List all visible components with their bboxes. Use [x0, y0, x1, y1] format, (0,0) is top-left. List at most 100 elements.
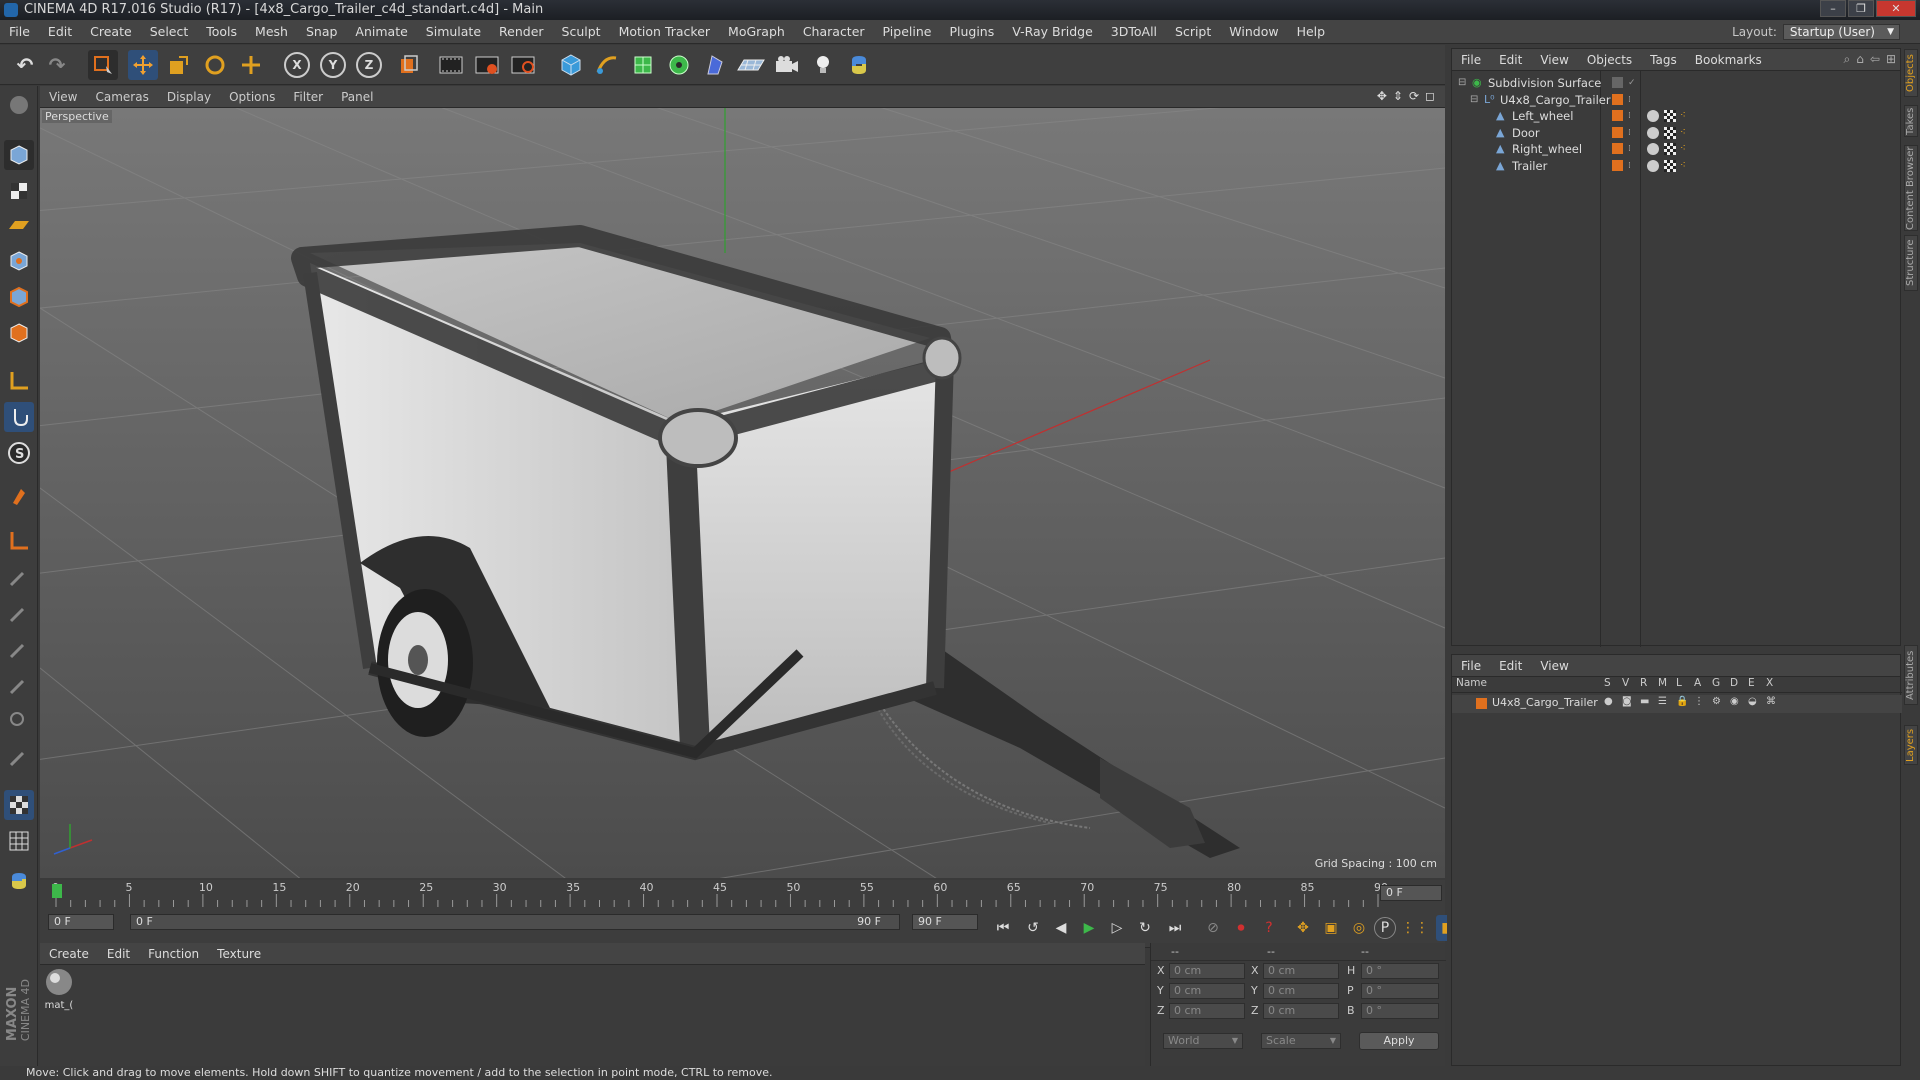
menu-simulate[interactable]: Simulate	[417, 24, 490, 39]
render-icon[interactable]: ▬	[1640, 696, 1649, 707]
render-view-icon[interactable]	[436, 50, 466, 80]
menu-character[interactable]: Character	[794, 24, 874, 39]
layer-col-g[interactable]: G	[1712, 677, 1720, 689]
y-axis-icon[interactable]: Y	[320, 52, 346, 78]
layer-menu-edit[interactable]: Edit	[1490, 659, 1531, 673]
workplane-icon[interactable]	[4, 210, 34, 240]
menu-snap[interactable]: Snap	[297, 24, 346, 39]
layer-color-swatch[interactable]	[1476, 698, 1487, 709]
home-icon[interactable]: ⌂	[1856, 52, 1864, 67]
parameter-key-icon[interactable]: P	[1374, 917, 1396, 939]
frame-range-slider[interactable]: 0 F 90 F	[130, 914, 900, 930]
checker-grid-icon[interactable]	[4, 790, 34, 820]
size-field[interactable]: 0 cm	[1263, 963, 1339, 979]
viewport-menu-panel[interactable]: Panel	[332, 90, 382, 104]
minimize-button[interactable]: –	[1820, 0, 1846, 17]
rotation-field[interactable]: 0 °	[1361, 963, 1439, 979]
object-row[interactable]: ▲ Trailer ⁞ ⁖	[1452, 156, 1902, 176]
floor-icon[interactable]	[736, 50, 766, 80]
render-picture-viewer-icon[interactable]	[472, 50, 502, 80]
solo-dot-icon[interactable]: ●	[1604, 696, 1613, 707]
menu-script[interactable]: Script	[1166, 24, 1220, 39]
menu-select[interactable]: Select	[141, 24, 198, 39]
python-script-icon[interactable]	[4, 866, 34, 896]
pen-icon[interactable]	[592, 50, 622, 80]
rotation-key-icon[interactable]: ◎	[1346, 915, 1372, 941]
scale-icon[interactable]	[164, 50, 194, 80]
expression-icon[interactable]: ◒	[1748, 696, 1757, 707]
model-mode-icon[interactable]	[4, 140, 34, 170]
layer-col-l[interactable]: L	[1676, 677, 1682, 689]
side-tab-takes[interactable]: Takes	[1904, 105, 1918, 137]
brush-icon[interactable]	[4, 562, 34, 592]
layer-col-v[interactable]: V	[1622, 677, 1629, 689]
axis-mode-icon[interactable]	[4, 366, 34, 396]
view-eye-icon[interactable]: ◙	[1622, 696, 1632, 707]
coordinate-space-dropdown[interactable]: World ▼	[1163, 1033, 1243, 1049]
viewport-menu-display[interactable]: Display	[158, 90, 220, 104]
menu-file[interactable]: File	[0, 24, 39, 39]
material-menu-edit[interactable]: Edit	[98, 947, 139, 961]
edges-mode-icon[interactable]	[4, 282, 34, 312]
rotate-view-icon[interactable]: ⟳	[1409, 89, 1419, 103]
menu-create[interactable]: Create	[81, 24, 141, 39]
viewport-menu-options[interactable]: Options	[220, 90, 284, 104]
layer-name[interactable]: U4x8_Cargo_Trailer	[1492, 696, 1598, 709]
layer-swatch[interactable]	[1612, 143, 1623, 154]
layer-swatch[interactable]	[1612, 77, 1623, 88]
camera-icon[interactable]	[772, 50, 802, 80]
points-mode-icon[interactable]	[4, 246, 34, 276]
go-to-start-icon[interactable]: ⏮	[990, 915, 1016, 941]
side-tab-content-browser[interactable]: Content Browser	[1904, 145, 1918, 231]
texture-tag-icon[interactable]	[1664, 143, 1676, 155]
cube-icon[interactable]	[556, 50, 586, 80]
point-level-key-icon[interactable]: ⋮⋮	[1401, 915, 1429, 941]
xref-icon[interactable]: ⌘	[1766, 696, 1776, 707]
layer-col-x[interactable]: X	[1766, 677, 1773, 689]
timeline-end-field[interactable]: 0 F	[1380, 885, 1442, 901]
menu-motion-tracker[interactable]: Motion Tracker	[610, 24, 719, 39]
phong-tag-icon[interactable]	[1647, 126, 1659, 139]
undo-icon[interactable]: ↶	[10, 50, 40, 80]
side-tab-layers[interactable]: Layers	[1904, 725, 1918, 765]
layer-col-m[interactable]: M	[1658, 677, 1667, 689]
transform-icon[interactable]	[236, 50, 266, 80]
layer-swatch[interactable]	[1612, 93, 1623, 105]
rotation-field[interactable]: 0 °	[1361, 983, 1439, 999]
rotation-field[interactable]: 0 °	[1361, 1003, 1439, 1019]
pinch-brush-icon[interactable]	[4, 742, 34, 772]
layer-swatch[interactable]	[1612, 159, 1623, 171]
selection-tag-icon[interactable]: ⁖	[1680, 156, 1686, 176]
viewport-menu-filter[interactable]: Filter	[284, 90, 332, 104]
render-settings-icon[interactable]	[508, 50, 538, 80]
phong-tag-icon[interactable]	[1647, 159, 1659, 172]
grid-snap-icon[interactable]	[4, 826, 34, 856]
object-menu-file[interactable]: File	[1452, 53, 1490, 67]
visibility-dots-icon[interactable]: ⁞	[1628, 156, 1631, 176]
object-menu-bookmarks[interactable]: Bookmarks	[1686, 53, 1771, 67]
menu-animate[interactable]: Animate	[346, 24, 416, 39]
array-icon[interactable]	[664, 50, 694, 80]
workplane-axis-icon[interactable]	[4, 526, 34, 556]
object-menu-edit[interactable]: Edit	[1490, 53, 1531, 67]
viewport-menu-cameras[interactable]: Cameras	[86, 90, 157, 104]
redo-icon[interactable]: ↷	[42, 50, 72, 80]
object-menu-tags[interactable]: Tags	[1641, 53, 1686, 67]
previous-frame-icon[interactable]: ◀	[1048, 915, 1074, 941]
current-frame-field[interactable]: 0 F	[48, 914, 114, 930]
object-name[interactable]: Trailer	[1512, 156, 1547, 176]
search-icon[interactable]: ⌕	[1844, 52, 1851, 67]
record-keys-icon[interactable]: ⊘	[1200, 915, 1226, 941]
x-axis-icon[interactable]: X	[284, 52, 310, 78]
menu-render[interactable]: Render	[490, 24, 553, 39]
object-menu-view[interactable]: View	[1531, 53, 1577, 67]
timeline-ruler[interactable]: 051015202530354045505560657075808590 0 F	[40, 880, 1445, 910]
restore-button[interactable]: ❐	[1848, 0, 1874, 17]
texture-mode-icon[interactable]	[4, 176, 34, 206]
phong-tag-icon[interactable]	[1647, 143, 1659, 155]
new-window-icon[interactable]: ⊞	[1886, 52, 1896, 67]
position-field[interactable]: 0 cm	[1169, 1003, 1245, 1019]
tweak-mode-icon[interactable]	[4, 402, 34, 432]
size-field[interactable]: 0 cm	[1263, 1003, 1339, 1019]
texture-tag-icon[interactable]	[1664, 110, 1676, 122]
